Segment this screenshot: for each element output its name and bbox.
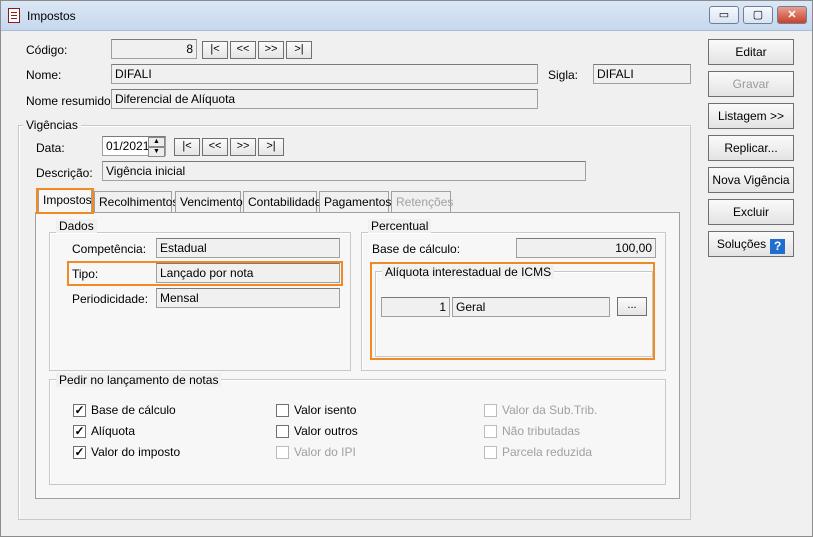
tab-vencimento[interactable]: Vencimento — [175, 191, 243, 212]
valor-sub-trib-check-label: Valor da Sub.Trib. — [502, 403, 598, 417]
vigencia-next-button[interactable]: >> — [230, 138, 256, 156]
spin-down-button[interactable]: ▼ — [148, 147, 165, 157]
descricao-label: Descrição: — [36, 166, 93, 180]
parcela-reduzida-check-label: Parcela reduzida — [502, 445, 593, 459]
minimize-icon: ▭ — [718, 9, 730, 21]
gravar-button[interactable]: Gravar — [708, 71, 794, 97]
valor-ipi-check-label: Valor do IPI — [294, 445, 356, 459]
impostos-window: Impostos ▭ ▢ ✕ Código: 8 |< << >> >| Nom… — [0, 0, 813, 537]
document-icon — [8, 8, 20, 23]
base-calculo-label: Base de cálculo: — [372, 242, 461, 256]
valor-outros-checkbox[interactable] — [276, 425, 289, 438]
vigencia-last-button[interactable]: >| — [258, 138, 284, 156]
valor-isento-checkbox[interactable] — [276, 404, 289, 417]
base-calculo-checkbox[interactable]: ✓ — [73, 404, 86, 417]
replicar-button[interactable]: Replicar... — [708, 135, 794, 161]
vigencia-previous-button[interactable]: << — [202, 138, 228, 156]
aliquota-lookup-button[interactable]: ... — [617, 297, 647, 316]
close-icon: ✕ — [787, 9, 797, 21]
valor-imposto-checkbox[interactable]: ✓ — [73, 446, 86, 459]
nome-resumido-label: Nome resumido: — [26, 94, 115, 108]
descricao-field[interactable]: Vigência inicial — [102, 161, 586, 181]
window-title: Impostos — [27, 9, 76, 23]
tab-pagamentos[interactable]: Pagamentos — [319, 191, 391, 212]
percentual-title: Percentual — [368, 219, 432, 233]
aliquota-checkbox[interactable]: ✓ — [73, 425, 86, 438]
close-button[interactable]: ✕ — [777, 6, 807, 24]
nome-label: Nome: — [26, 68, 62, 82]
periodicidade-label: Periodicidade: — [72, 292, 149, 306]
help-icon: ? — [770, 239, 786, 254]
first-record-button[interactable]: |< — [202, 41, 228, 59]
solucoes-label: Soluções — [716, 237, 767, 251]
valor-imposto-check-label: Valor do imposto — [91, 445, 181, 459]
tab-recolhimentos[interactable]: Recolhimentos — [94, 191, 178, 212]
aliquota-code-field[interactable]: 1 — [381, 297, 450, 317]
check-icon: ✓ — [74, 424, 85, 438]
listagem-button[interactable]: Listagem >> — [708, 103, 794, 129]
nova-vigencia-button[interactable]: Nova Vigência — [708, 167, 794, 193]
vigencias-title: Vigências — [23, 118, 81, 132]
tab-contabilidade[interactable]: Contabilidade — [243, 191, 321, 212]
valor-outros-check-label: Valor outros — [294, 424, 358, 438]
base-calculo-field[interactable]: 100,00 — [516, 238, 656, 258]
tab-highlight — [36, 188, 94, 214]
nome-resumido-field[interactable]: Diferencial de Alíquota — [111, 89, 538, 109]
spin-up-icon: ▲ — [153, 138, 160, 145]
nome-field[interactable]: DIFALI — [111, 64, 538, 84]
previous-record-button[interactable]: << — [230, 41, 256, 59]
last-record-button[interactable]: >| — [286, 41, 312, 59]
tipo-highlight — [67, 261, 343, 286]
competencia-label: Competência: — [72, 242, 147, 256]
codigo-field[interactable]: 8 — [111, 39, 197, 59]
nao-tributadas-checkbox[interactable] — [484, 425, 497, 438]
codigo-label: Código: — [26, 43, 68, 57]
sigla-label: Sigla: — [548, 68, 579, 82]
parcela-reduzida-checkbox[interactable] — [484, 446, 497, 459]
maximize-icon: ▢ — [752, 9, 764, 21]
spin-up-button[interactable]: ▲ — [148, 137, 165, 147]
title-bar: Impostos ▭ ▢ ✕ — [1, 1, 812, 31]
valor-ipi-checkbox[interactable] — [276, 446, 289, 459]
minimize-button[interactable]: ▭ — [709, 6, 739, 24]
spin-down-icon: ▼ — [153, 148, 160, 155]
maximize-button[interactable]: ▢ — [743, 6, 773, 24]
tab-retencoes[interactable]: Retenções — [391, 191, 453, 212]
pedir-title: Pedir no lançamento de notas — [56, 373, 222, 387]
periodicidade-field[interactable]: Mensal — [156, 288, 340, 308]
valor-isento-check-label: Valor isento — [294, 403, 357, 417]
solucoes-button[interactable]: Soluções? — [708, 231, 794, 257]
data-label: Data: — [36, 141, 65, 155]
base-calculo-check-label: Base de cálculo — [91, 403, 176, 417]
vigencia-first-button[interactable]: |< — [174, 138, 200, 156]
check-icon: ✓ — [74, 445, 85, 459]
next-record-button[interactable]: >> — [258, 41, 284, 59]
editar-button[interactable]: Editar — [708, 39, 794, 65]
sigla-field[interactable]: DIFALI — [593, 64, 691, 84]
aliquota-check-label: Alíquota — [91, 424, 136, 438]
aliquota-desc-field[interactable]: Geral — [452, 297, 610, 317]
competencia-field[interactable]: Estadual — [156, 238, 340, 258]
valor-sub-trib-checkbox[interactable] — [484, 404, 497, 417]
dados-title: Dados — [56, 219, 97, 233]
nao-tributadas-check-label: Não tributadas — [502, 424, 581, 438]
check-icon: ✓ — [74, 403, 85, 417]
excluir-vigencia-button[interactable]: Excluir Vigência — [708, 199, 794, 243]
